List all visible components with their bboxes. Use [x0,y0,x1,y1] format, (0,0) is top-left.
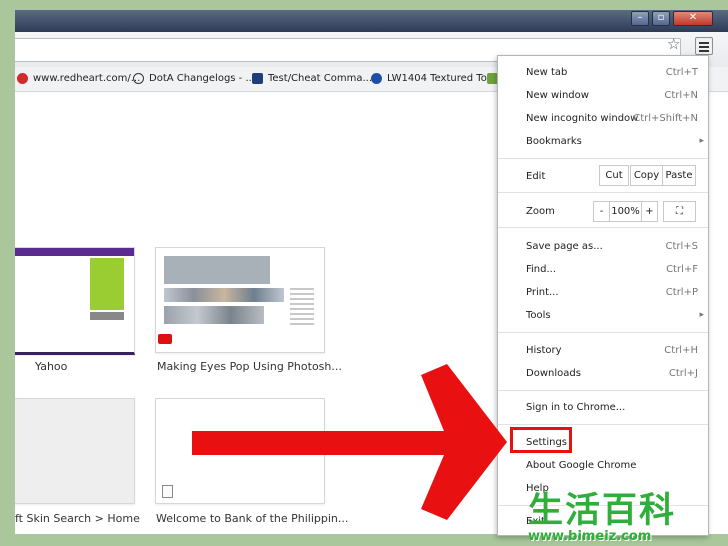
pointer-arrow [192,364,507,520]
watermark-url: www.bimeiz.com [528,529,652,544]
watermark-text: 生活百科 [528,491,677,531]
arrow-shape [192,364,507,520]
watermark: 生活百科 www.bimeiz.com [528,482,728,546]
settings-highlight-box [510,427,572,453]
